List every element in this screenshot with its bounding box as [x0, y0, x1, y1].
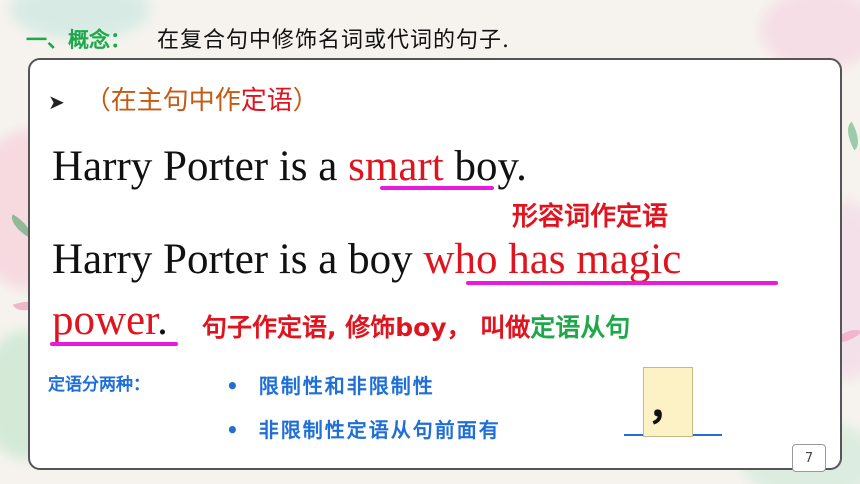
heading-text: 在复合句中修饰名词或代词的句子. [157, 28, 510, 53]
note-clause-highlight: 定语从句 [530, 313, 631, 342]
sentence1-after: boy. [443, 143, 527, 190]
example-sentence-2-line1: Harry Porter is a boy who has magic [52, 235, 681, 284]
arrow-bullet-icon: ➤ [48, 89, 65, 114]
kinds-label: 定语分两种： [48, 375, 150, 395]
underline-smart [380, 186, 494, 190]
sentence1-highlight: smart [348, 143, 444, 190]
note-clause: 句子作定语, 修饰boy， 叫做定语从句 [202, 308, 630, 344]
note-clause-text: 句子作定语, 修饰boy， 叫做 [202, 313, 531, 342]
heading-label: 一、概念： [26, 28, 131, 52]
example-sentence-2-line2: power. [52, 296, 168, 345]
subtitle-suffix: ） [292, 86, 319, 116]
answer-text: ， [648, 382, 688, 429]
sentence2-after: . [157, 297, 168, 344]
note-adjective: 形容词作定语 [512, 202, 669, 232]
example-sentence-1: Harry Porter is a smart boy. [52, 142, 527, 191]
kind-item-1: • 限制性和非限制性 [226, 370, 435, 399]
sentence2-highlight-line1: who has magic [423, 236, 682, 283]
subtitle-highlight: 定语 [240, 86, 293, 116]
slide-heading: 一、概念： 在复合句中修饰名词或代词的句子. [26, 22, 510, 53]
kind-item-2-text: 非限制性定语从句前面有 [258, 418, 501, 442]
sentence1-before: Harry Porter is a [52, 143, 349, 190]
sentence2-before: Harry Porter is a boy [52, 236, 424, 283]
bullet-dot-icon: • [226, 374, 241, 398]
page-number: 7 [792, 444, 826, 472]
underline-clause-line1 [466, 281, 778, 285]
bullet-dot-icon: • [226, 418, 241, 442]
answer-box: ， [643, 367, 693, 437]
underline-clause-line2 [50, 342, 178, 346]
sentence2-highlight-line2: power [52, 297, 158, 344]
kind-item-2: • 非限制性定语从句前面有 [226, 414, 501, 443]
subtitle-prefix: （在主句中作 [84, 86, 241, 116]
subtitle: ➤ （在主句中作定语） [48, 80, 319, 117]
kind-item-1-text: 限制性和非限制性 [258, 374, 435, 398]
